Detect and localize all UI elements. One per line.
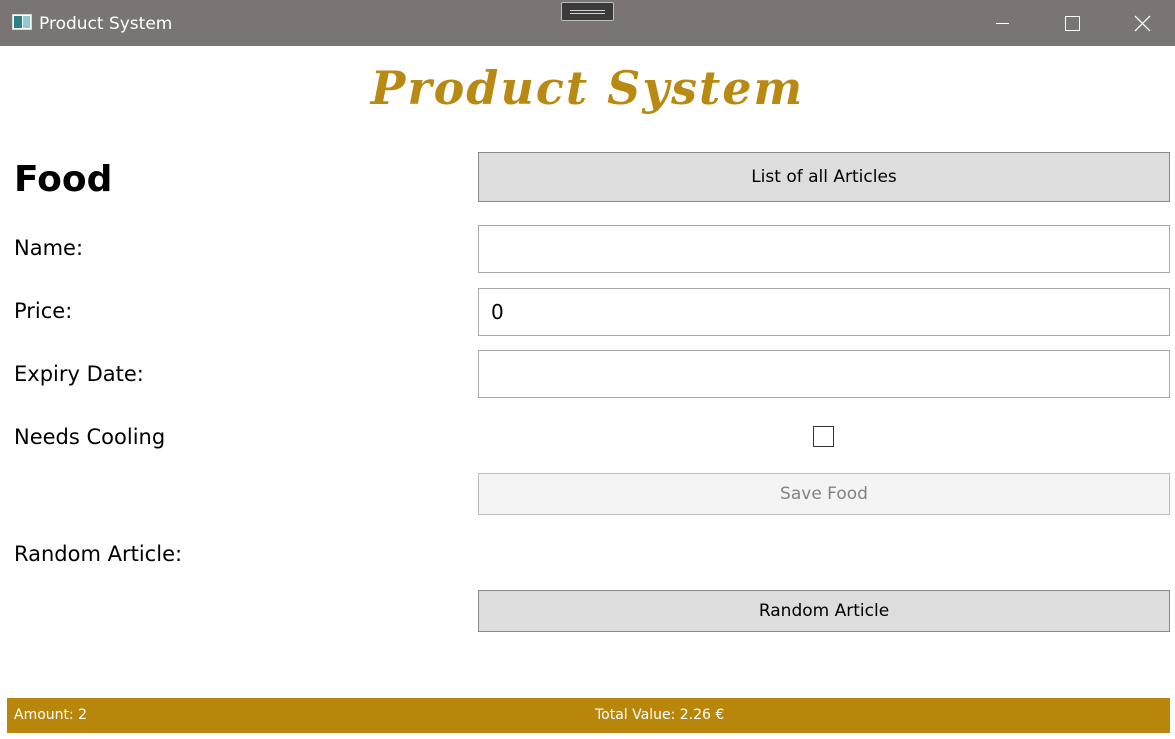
random-article-button[interactable]: Random Article xyxy=(478,590,1170,632)
status-bar: Amount: 2 Total Value: 2.26 € xyxy=(7,698,1170,733)
random-article-label: Random Article: xyxy=(14,542,183,566)
amount-status: Amount: 2 xyxy=(14,707,88,723)
section-title: Food xyxy=(14,159,113,200)
price-field[interactable] xyxy=(478,288,1170,336)
maximize-icon xyxy=(1065,16,1080,31)
app-icon xyxy=(12,14,32,30)
expiry-date-field[interactable] xyxy=(478,350,1170,398)
name-field[interactable] xyxy=(478,225,1170,273)
needs-cooling-label: Needs Cooling xyxy=(14,425,166,449)
close-icon xyxy=(1134,15,1151,32)
drag-handle[interactable] xyxy=(561,2,614,21)
save-food-button[interactable]: Save Food xyxy=(478,473,1170,515)
price-label: Price: xyxy=(14,299,73,323)
minimize-button[interactable] xyxy=(979,0,1025,46)
total-value-status: Total Value: 2.26 € xyxy=(595,707,725,723)
needs-cooling-checkbox[interactable] xyxy=(813,426,834,447)
list-articles-button[interactable]: List of all Articles xyxy=(478,152,1170,202)
window-title: Product System xyxy=(39,14,173,34)
brand-title: Product System xyxy=(370,61,805,115)
expiry-date-label: Expiry Date: xyxy=(14,362,144,386)
name-label: Name: xyxy=(14,236,84,260)
maximize-button[interactable] xyxy=(1048,0,1094,46)
close-button[interactable] xyxy=(1119,0,1165,46)
minimize-icon xyxy=(996,23,1009,24)
window-titlebar[interactable]: Product System xyxy=(0,0,1175,46)
